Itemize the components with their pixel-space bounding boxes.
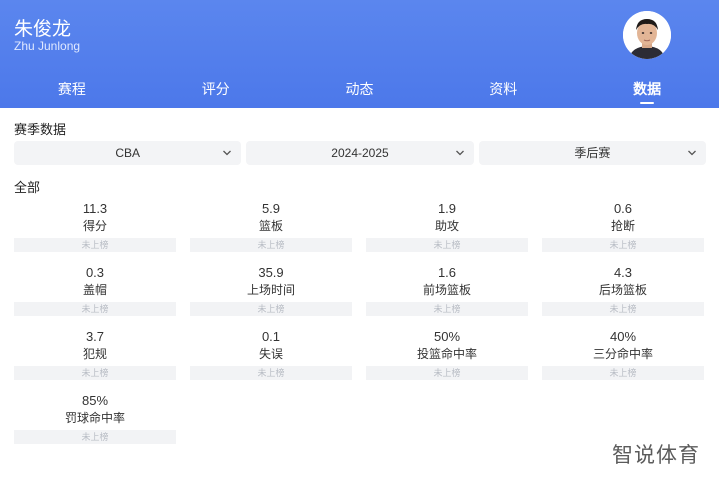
stat-steals: 0.6 抢断 未上榜 bbox=[542, 200, 704, 252]
stat-rank-badge: 未上榜 bbox=[542, 302, 704, 316]
stats-grid: 11.3 得分 未上榜 5.9 篮板 未上榜 1.9 助攻 未上榜 0.6 抢断… bbox=[14, 200, 706, 444]
stat-points: 11.3 得分 未上榜 bbox=[14, 200, 176, 252]
stat-rank-badge: 未上榜 bbox=[542, 366, 704, 380]
stat-rank-badge: 未上榜 bbox=[14, 430, 176, 444]
stat-rank-badge: 未上榜 bbox=[366, 366, 528, 380]
tab-rating[interactable]: 评分 bbox=[144, 72, 288, 108]
stat-label: 投篮命中率 bbox=[416, 347, 477, 361]
stat-rank-badge: 未上榜 bbox=[366, 302, 528, 316]
chevron-down-icon bbox=[223, 150, 232, 156]
stat-rank-badge: 未上榜 bbox=[190, 302, 352, 316]
season-stats-title: 赛季数据 bbox=[14, 122, 67, 137]
stat-value: 50% bbox=[433, 329, 461, 344]
stat-rank-badge: 未上榜 bbox=[14, 238, 176, 252]
stat-rank-badge: 未上榜 bbox=[14, 302, 176, 316]
league-select[interactable]: CBA bbox=[14, 141, 242, 165]
chevron-down-icon bbox=[455, 150, 464, 156]
stat-ft-pct: 85% 罚球命中率 未上榜 bbox=[14, 392, 176, 444]
stats-group-label: 全部 bbox=[14, 180, 41, 195]
stat-fg-pct: 50% 投篮命中率 未上榜 bbox=[366, 328, 528, 380]
stat-label: 失误 bbox=[258, 347, 283, 361]
stat-rank-badge: 未上榜 bbox=[542, 238, 704, 252]
stat-label: 盖帽 bbox=[82, 283, 107, 297]
tab-stats[interactable]: 数据 bbox=[575, 72, 719, 108]
stat-value: 1.9 bbox=[437, 201, 457, 216]
stat-value: 11.3 bbox=[82, 201, 108, 216]
tab-profile[interactable]: 资料 bbox=[431, 72, 575, 108]
stat-label: 篮板 bbox=[258, 219, 283, 233]
stat-rank-badge: 未上榜 bbox=[190, 366, 352, 380]
player-name: 朱俊龙 bbox=[14, 19, 72, 40]
stat-label: 犯规 bbox=[82, 347, 107, 361]
stat-rebounds: 5.9 篮板 未上榜 bbox=[190, 200, 352, 252]
stat-minutes: 35.9 上场时间 未上榜 bbox=[190, 264, 352, 316]
stat-value: 35.9 bbox=[258, 265, 284, 280]
stat-label: 上场时间 bbox=[246, 283, 295, 297]
stat-label: 后场篮板 bbox=[598, 283, 647, 297]
stat-value: 5.9 bbox=[261, 201, 281, 216]
stat-value: 0.1 bbox=[261, 329, 281, 344]
season-select-value: 2024-2025 bbox=[331, 146, 389, 160]
stat-offensive-rebounds: 1.6 前场篮板 未上榜 bbox=[366, 264, 528, 316]
player-name-en: Zhu Junlong bbox=[14, 39, 81, 53]
stat-rank-badge: 未上榜 bbox=[190, 238, 352, 252]
stat-blocks: 0.3 盖帽 未上榜 bbox=[14, 264, 176, 316]
season-select[interactable]: 2024-2025 bbox=[246, 141, 474, 165]
stat-label: 三分命中率 bbox=[592, 347, 653, 361]
stat-label: 抢断 bbox=[610, 219, 635, 233]
stat-defensive-rebounds: 4.3 后场篮板 未上榜 bbox=[542, 264, 704, 316]
stat-label: 罚球命中率 bbox=[64, 411, 125, 425]
stat-label: 前场篮板 bbox=[422, 283, 471, 297]
stage-select-value: 季后赛 bbox=[574, 146, 611, 160]
stat-value: 3.7 bbox=[85, 329, 105, 344]
stat-value: 40% bbox=[609, 329, 637, 344]
tab-schedule[interactable]: 赛程 bbox=[0, 72, 144, 108]
stat-label: 助攻 bbox=[434, 219, 459, 233]
stage-select[interactable]: 季后赛 bbox=[478, 141, 706, 165]
tab-news[interactable]: 动态 bbox=[288, 72, 432, 108]
stat-value: 0.3 bbox=[85, 265, 105, 280]
stat-value: 85% bbox=[81, 393, 109, 408]
stat-fouls: 3.7 犯规 未上榜 bbox=[14, 328, 176, 380]
stat-turnovers: 0.1 失误 未上榜 bbox=[190, 328, 352, 380]
stat-rank-badge: 未上榜 bbox=[366, 238, 528, 252]
tab-bar: 赛程 评分 动态 资料 数据 bbox=[0, 72, 719, 108]
player-header: 朱俊龙 Zhu Junlong 赛程 评分 动态 资料 数据 bbox=[0, 0, 719, 108]
season-filters: CBA 2024-2025 季后赛 bbox=[14, 141, 706, 165]
stat-value: 1.6 bbox=[437, 265, 457, 280]
chevron-down-icon bbox=[688, 150, 696, 156]
stat-rank-badge: 未上榜 bbox=[14, 366, 176, 380]
watermark: 智说体育 bbox=[612, 444, 700, 467]
stat-assists: 1.9 助攻 未上榜 bbox=[366, 200, 528, 252]
player-avatar[interactable] bbox=[623, 11, 671, 59]
avatar-icon bbox=[623, 11, 671, 59]
stat-label: 得分 bbox=[82, 219, 107, 233]
stat-3p-pct: 40% 三分命中率 未上榜 bbox=[542, 328, 704, 380]
league-select-value: CBA bbox=[115, 146, 140, 160]
stat-value: 4.3 bbox=[613, 265, 633, 280]
stat-value: 0.6 bbox=[613, 201, 633, 216]
